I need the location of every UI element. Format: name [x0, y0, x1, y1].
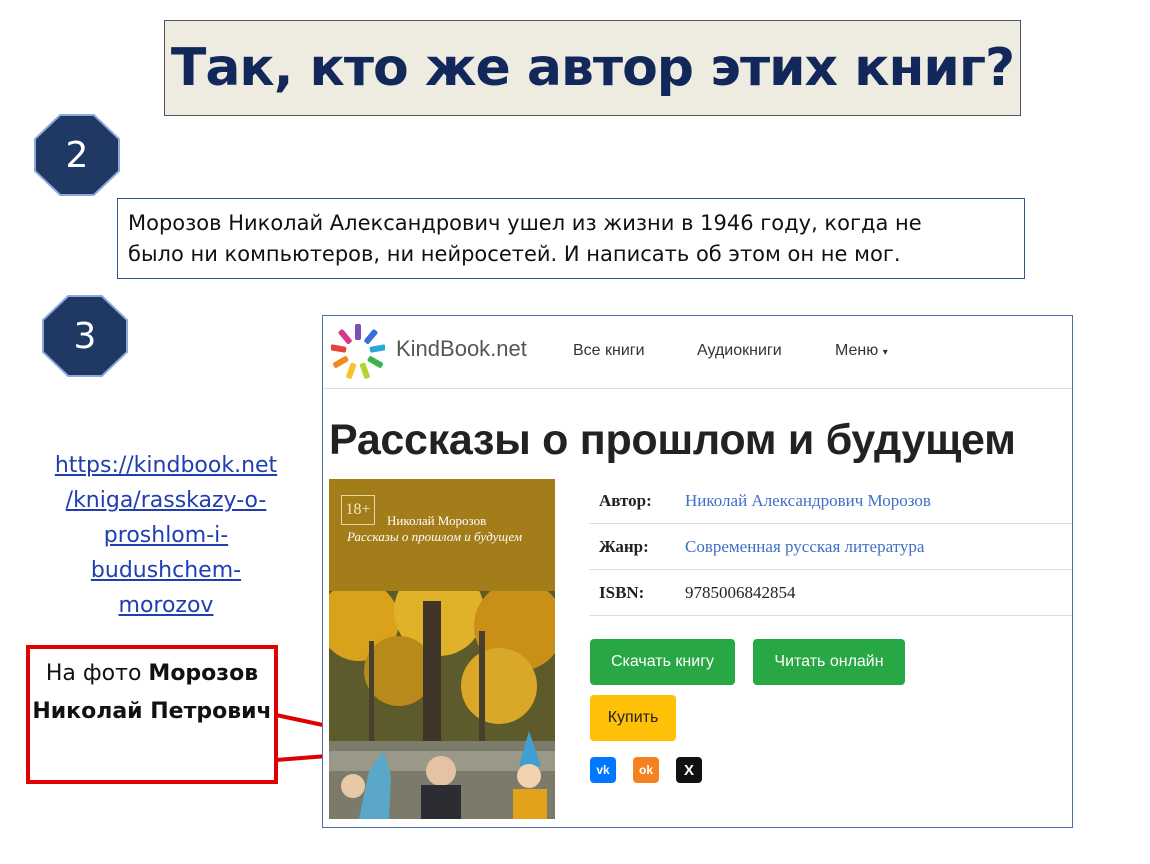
cover-photo-image: [329, 591, 555, 819]
site-brand[interactable]: KindBook.net: [396, 336, 527, 362]
nav-audiobooks[interactable]: Аудиокниги: [697, 342, 782, 360]
cover-title: Рассказы о прошлом и будущем: [347, 529, 523, 544]
nav-menu[interactable]: Меню ▾: [835, 342, 888, 360]
meta-isbn-label: ISBN:: [599, 583, 645, 602]
meta-genre-label: Жанр:: [599, 537, 649, 556]
meta-isbn-value: 9785006842854: [685, 583, 796, 602]
meta-author-link[interactable]: Николай Александрович Морозов: [685, 491, 931, 511]
book-cover[interactable]: 18+ Николай Морозов Рассказы о прошлом и…: [329, 479, 555, 819]
meta-genre-link[interactable]: Современная русская литература: [685, 537, 924, 557]
x-share-icon[interactable]: X: [676, 757, 702, 783]
meta-genre-row: Жанр: Современная русская литература: [589, 524, 1072, 570]
kindbook-logo-icon: [331, 324, 385, 379]
meta-author-row: Автор: Николай Александрович Морозов: [589, 478, 1072, 524]
site-navbar: KindBook.net Все книги Аудиокниги Меню ▾: [323, 316, 1072, 389]
buy-button[interactable]: Купить: [590, 695, 676, 741]
vk-share-icon[interactable]: vk: [590, 757, 616, 783]
meta-author-label: Автор:: [599, 491, 652, 510]
nav-menu-label[interactable]: Меню: [835, 342, 878, 359]
ok-share-icon[interactable]: ok: [633, 757, 659, 783]
meta-isbn-row: ISBN: 9785006842854: [589, 570, 1072, 616]
age-rating-badge: 18+: [341, 495, 375, 525]
book-title: Рассказы о прошлом и будущем: [329, 416, 1016, 464]
cover-author: Николай Морозов: [387, 513, 487, 528]
caret-down-icon: ▾: [882, 347, 888, 358]
download-book-button[interactable]: Скачать книгу: [590, 639, 735, 685]
read-online-button[interactable]: Читать онлайн: [753, 639, 905, 685]
website-screenshot: KindBook.net Все книги Аудиокниги Меню ▾…: [322, 315, 1073, 828]
nav-all-books[interactable]: Все книги: [573, 342, 645, 360]
